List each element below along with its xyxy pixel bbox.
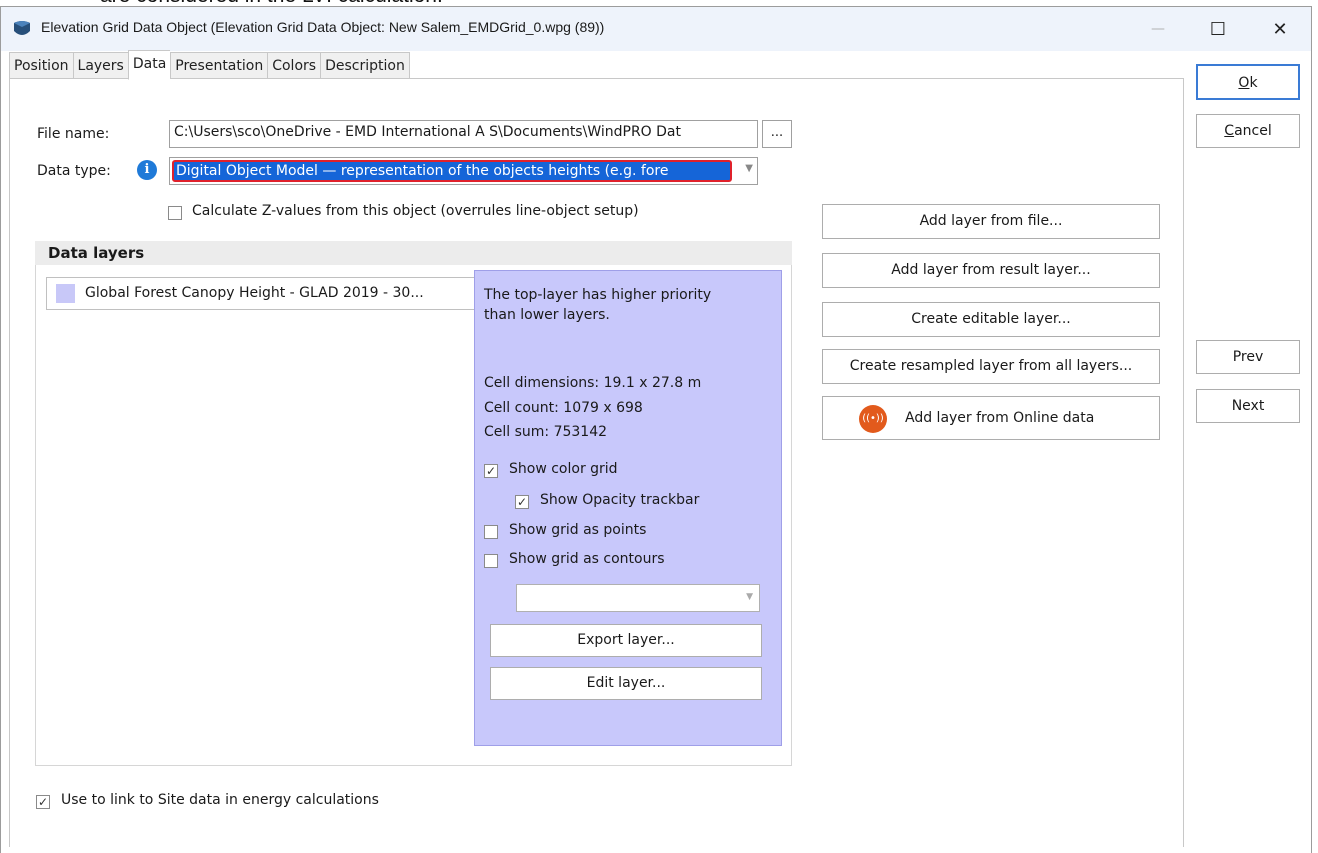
prev-button[interactable]: Prev [1196,340,1300,374]
cell-count: Cell count: 1079 x 698 [484,400,643,416]
ok-button[interactable]: Ok [1196,64,1300,100]
chevron-down-icon: ▼ [746,592,753,602]
maximize-button[interactable]: ☐ [1195,7,1241,51]
layer-list-item[interactable]: Global Forest Canopy Height - GLAD 2019 … [46,277,476,310]
file-name-label: File name: [37,126,110,142]
tab-data[interactable]: Data [127,50,171,80]
show-color-grid-checkbox[interactable]: ✓ [484,464,498,478]
file-name-input[interactable]: C:\Users\sco\OneDrive - EMD Internationa… [169,120,758,148]
tab-position[interactable]: Position [9,52,73,80]
data-type-label: Data type: [37,163,111,179]
priority-info-line1: The top-layer has higher priority [484,287,712,303]
app-icon [14,21,30,35]
close-button[interactable]: ✕ [1257,7,1303,51]
online-data-icon: ((•)) [859,405,887,433]
browse-button[interactable]: ... [762,120,792,148]
ok-accelerator: O [1238,75,1250,91]
cell-sum: Cell sum: 753142 [484,424,608,440]
data-type-select[interactable]: Digital Object Model — representation of… [169,157,758,185]
layer-color-swatch [56,284,75,303]
add-layer-online-label: Add layer from Online data [905,410,1095,426]
create-editable-layer-button[interactable]: Create editable layer... [822,302,1160,337]
show-points-checkbox[interactable] [484,525,498,539]
window-title: Elevation Grid Data Object (Elevation Gr… [41,19,605,35]
next-button[interactable]: Next [1196,389,1300,423]
chevron-down-icon: ▼ [745,163,753,174]
edit-layer-button[interactable]: Edit layer... [490,667,762,700]
minimize-button[interactable]: — [1135,7,1181,51]
cancel-button[interactable]: Cancel [1196,114,1300,148]
cancel-label: ancel [1234,123,1272,139]
priority-info-line2: than lower layers. [484,307,610,323]
cancel-accelerator: C [1224,123,1235,139]
title-bar[interactable]: Elevation Grid Data Object (Elevation Gr… [1,7,1311,51]
data-layers-heading: Data layers [35,241,792,265]
show-opacity-checkbox[interactable]: ✓ [515,495,529,509]
tab-description[interactable]: Description [320,52,410,80]
tab-bar: Position Layers Data Presentation Colors… [9,50,410,80]
create-resampled-layer-button[interactable]: Create resampled layer from all layers..… [822,349,1160,384]
add-layer-from-result-button[interactable]: Add layer from result layer... [822,253,1160,288]
contour-select[interactable]: ▼ [516,584,760,612]
tab-layers[interactable]: Layers [72,52,128,80]
show-opacity-label: Show Opacity trackbar [540,492,700,508]
show-contours-label: Show grid as contours [509,551,665,567]
data-type-selected-value: Digital Object Model — representation of… [172,160,732,182]
link-site-data-label: Use to link to Site data in energy calcu… [61,792,379,808]
add-layer-online-button[interactable]: ((•)) Add layer from Online data [822,396,1160,440]
show-contours-checkbox[interactable] [484,554,498,568]
info-icon[interactable]: i [137,160,157,180]
add-layer-from-file-button[interactable]: Add layer from file... [822,204,1160,239]
cell-dimensions: Cell dimensions: 19.1 x 27.8 m [484,375,702,391]
calc-z-label: Calculate Z-values from this object (ove… [192,203,639,219]
ok-label: k [1249,75,1258,91]
tab-presentation[interactable]: Presentation [170,52,268,80]
show-color-grid-label: Show color grid [509,461,618,477]
show-points-label: Show grid as points [509,522,647,538]
export-layer-button[interactable]: Export layer... [490,624,762,657]
layer-label: Global Forest Canopy Height - GLAD 2019 … [85,285,424,301]
tab-colors[interactable]: Colors [267,52,321,80]
calc-z-checkbox[interactable] [168,206,182,220]
link-site-data-checkbox[interactable]: ✓ [36,795,50,809]
